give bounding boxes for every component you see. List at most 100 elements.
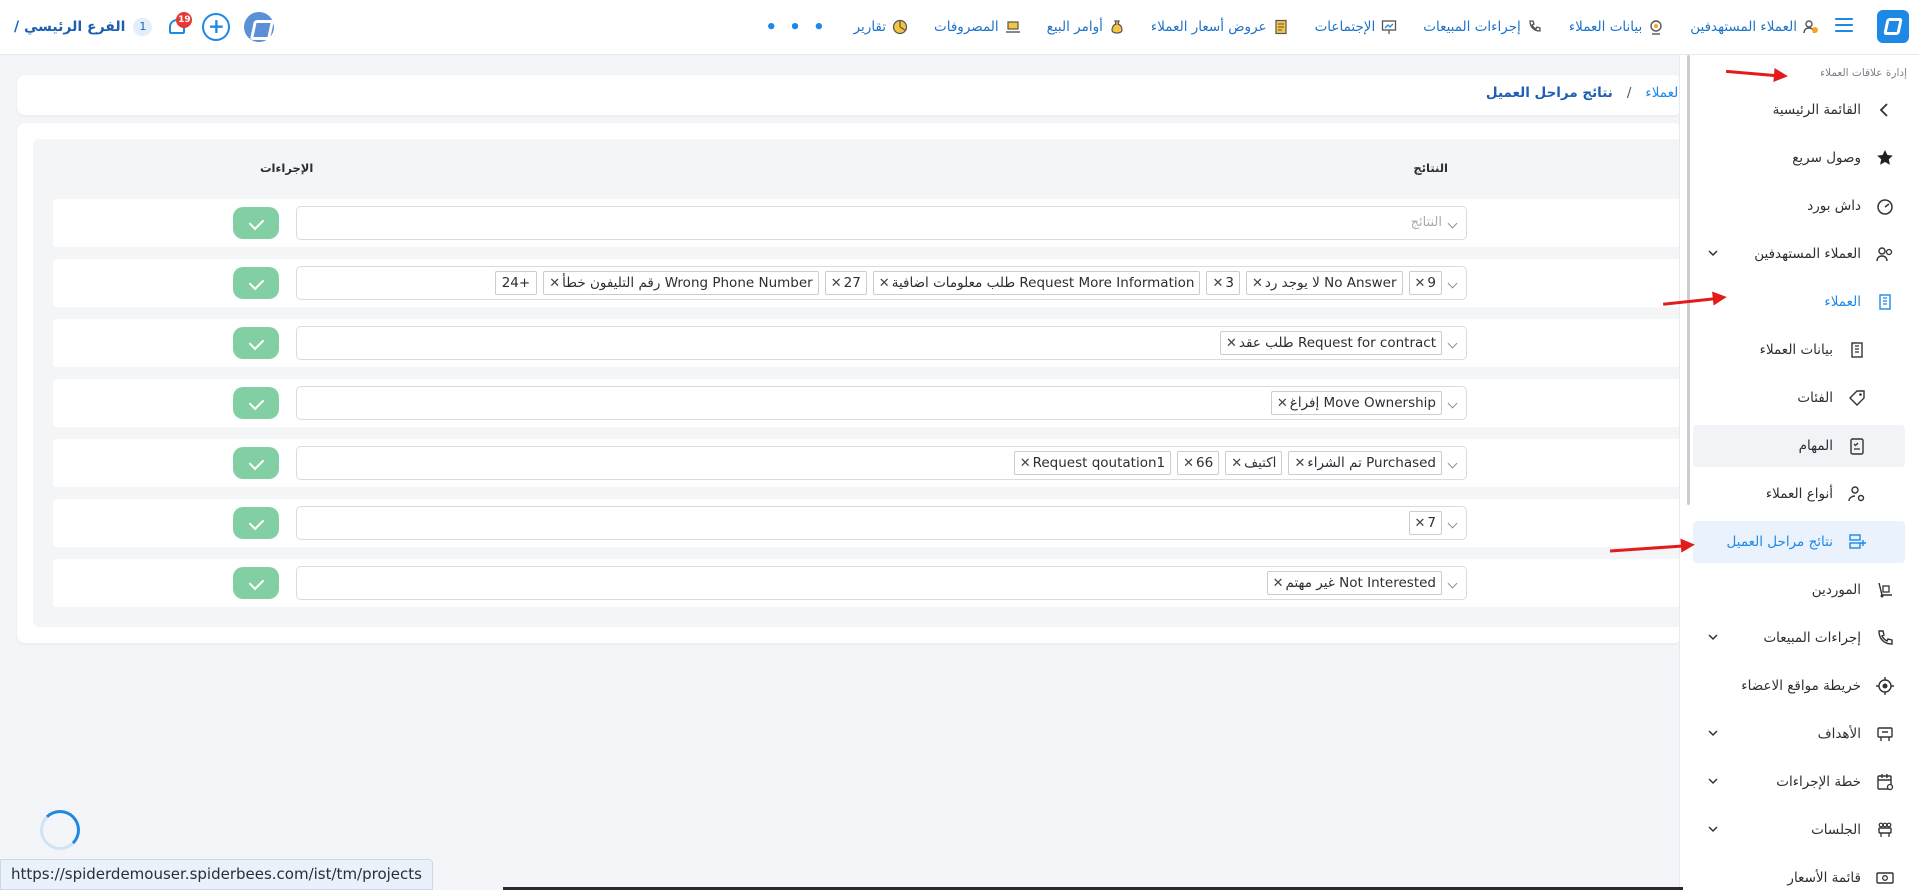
sidebar-scrollbar[interactable] [1687,55,1690,505]
loading-spinner [40,810,80,850]
confirm-check-button[interactable] [233,447,279,479]
table-row: 7 ✕ [53,499,1682,547]
branch-selector[interactable]: الفرع الرئيسي / 1 [14,18,153,36]
sidebar-item-label: نتائج مراحل العميل [1726,534,1833,550]
more-menu-icon[interactable]: • • • [766,17,828,38]
tag-remove-icon[interactable]: ✕ [1231,456,1242,471]
tag-remove-icon[interactable]: ✕ [1294,456,1305,471]
building-icon [1851,342,1863,358]
confirm-check-button[interactable] [233,387,279,419]
add-button[interactable]: + [202,13,231,41]
tag-remove-icon[interactable]: ✕ [1183,456,1194,471]
speedometer-icon [1877,199,1893,215]
sidebar-item-label: القائمة الرئيسية [1772,102,1861,118]
confirm-check-button[interactable] [233,267,279,299]
tag: 7 ✕ [1408,511,1442,535]
sidebar-item-customer-data[interactable]: بيانات العملاء [1693,329,1905,371]
sidebar-item-main-menu[interactable]: القائمة الرئيسية [1693,89,1905,131]
sidebar-item-suppliers[interactable]: الموردين [1693,569,1905,611]
users-target-icon [1803,20,1818,34]
sidebar-item-target-customers[interactable]: العملاء المستهدفين [1693,233,1905,275]
results-select[interactable]: Move Ownership إفراغ ✕ [296,386,1467,420]
tag-remove-icon[interactable]: ✕ [879,276,890,291]
sidebar-item-quick-access[interactable]: وصول سريع [1693,137,1905,179]
tag-remove-icon[interactable]: ✕ [1277,396,1288,411]
confirm-check-button[interactable] [233,507,279,539]
top-nav: العملاء المستهدفين بيانات العملاء إجراءا… [766,15,1819,39]
breadcrumb-parent[interactable]: العملاء [1645,85,1682,101]
nav-expenses[interactable]: المصروفات [934,19,1021,35]
chevron-down-icon [1447,278,1458,289]
sidebar-item-sales-actions[interactable]: إجراءات المبيعات [1693,617,1905,659]
tag-label: 66 [1196,455,1214,471]
nav-label: الإجتماعات [1314,19,1376,35]
chevron-down-icon [1708,634,1718,641]
nav-customer-data[interactable]: بيانات العملاء [1569,19,1664,35]
results-select[interactable]: 9 ✕ No Answer لا يوجد رد ✕ 3 ✕ Request More… [296,266,1467,300]
sidebar-item-sessions[interactable]: الجلسات [1693,809,1905,851]
tag-remove-icon[interactable]: ✕ [549,276,560,291]
results-select[interactable]: Not Interested غير مهتم ✕ [296,566,1467,600]
tag-remove-icon[interactable]: ✕ [1212,276,1223,291]
confirm-check-button[interactable] [233,567,279,599]
tag-remove-icon[interactable]: ✕ [1415,276,1426,291]
tag-list: 9 ✕ No Answer لا يوجد رد ✕ 3 ✕ Request More… [494,271,1442,295]
nav-quotations[interactable]: عروض أسعار العملاء [1151,19,1289,35]
quote-document-icon [1274,19,1287,35]
sidebar-item-label: العملاء [1824,294,1861,310]
top-bar: العملاء المستهدفين بيانات العملاء إجراءا… [0,0,1919,55]
menu-icon[interactable] [1835,18,1853,34]
branch-count: 1 [133,18,153,36]
tag: Request for contract طلب عقد ✕ [1220,331,1442,355]
confirm-check-button[interactable] [233,327,279,359]
sidebar-item-label: وصول سريع [1792,150,1861,166]
report-chart-icon [892,19,908,35]
sidebar-item-customer-types[interactable]: أنواع العملاء [1693,473,1905,515]
tag-remove-icon[interactable]: ✕ [831,276,842,291]
tag-list: Request for contract طلب عقد ✕ [1220,331,1442,355]
results-select[interactable]: النتائج [296,206,1467,240]
chevron-down-icon [1447,398,1458,409]
tag-remove-icon[interactable]: ✕ [1020,456,1031,471]
top-left-tools: + 19 الفرع الرئيسي / 1 [14,12,275,42]
tag-remove-icon[interactable]: ✕ [1252,276,1263,291]
nav-label: إجراءات المبيعات [1423,19,1521,35]
nav-target-customers[interactable]: العملاء المستهدفين [1690,19,1819,35]
tag-remove-icon[interactable]: ✕ [1415,516,1426,531]
sidebar-item-dashboard[interactable]: داش بورد [1693,185,1905,227]
sidebar-item-label: الموردين [1811,582,1861,598]
sidebar-item-action-plan[interactable]: خطة الإجراءات [1693,761,1905,803]
tag-label: 3 [1225,275,1234,291]
tag-label: Request More Information طلب معلومات اضا… [891,275,1195,291]
notifications-bell-icon[interactable]: 19 [166,12,193,38]
nav-meetings[interactable]: الإجتماعات [1315,19,1398,35]
results-select[interactable]: 7 ✕ [296,506,1467,540]
confirm-check-button[interactable] [233,207,279,239]
results-select[interactable]: Purchased تم الشراء ✕ اكتيف ✕ 66 ✕ Request … [296,446,1467,480]
more-tags-count[interactable]: +24 [494,271,538,295]
sidebar-item-categories[interactable]: الفئات [1693,377,1905,419]
sidebar-item-label: خطة الإجراءات [1776,774,1861,790]
sidebar-item-label: إجراءات المبيعات [1763,630,1861,646]
sidebar-item-goals[interactable]: الأهداف [1693,713,1905,755]
tag-remove-icon[interactable]: ✕ [1273,576,1284,591]
clipboard-icon [1850,438,1864,455]
nav-label: العملاء المستهدفين [1690,19,1797,35]
sidebar-item-price-list[interactable]: قائمة الأسعار [1693,857,1905,890]
sidebar-item-members-map[interactable]: خريطة مواقع الاعضاء [1693,665,1905,707]
meeting-icon [1878,822,1892,837]
tag-remove-icon[interactable]: ✕ [1226,336,1237,351]
nav-sales-orders[interactable]: أوامر البيع [1047,19,1125,35]
sidebar-item-stage-results[interactable]: نتائج مراحل العميل [1693,521,1905,563]
tag: Request qoutation1 ✕ [1013,451,1172,475]
table-row: Move Ownership إفراغ ✕ [53,379,1682,427]
results-select[interactable]: Request for contract طلب عقد ✕ [296,326,1467,360]
nav-sales-actions[interactable]: إجراءات المبيعات [1423,19,1543,35]
app-logo-icon[interactable] [244,12,275,42]
tag-list: 7 ✕ [1408,511,1442,535]
sidebar-item-label: خريطة مواقع الاعضاء [1741,678,1861,694]
nav-reports[interactable]: تقارير [854,19,908,35]
sidebar-item-tasks[interactable]: المهام [1693,425,1905,467]
brand-logo[interactable] [1877,10,1909,43]
table-row: 9 ✕ No Answer لا يوجد رد ✕ 3 ✕ Request More… [53,259,1682,307]
